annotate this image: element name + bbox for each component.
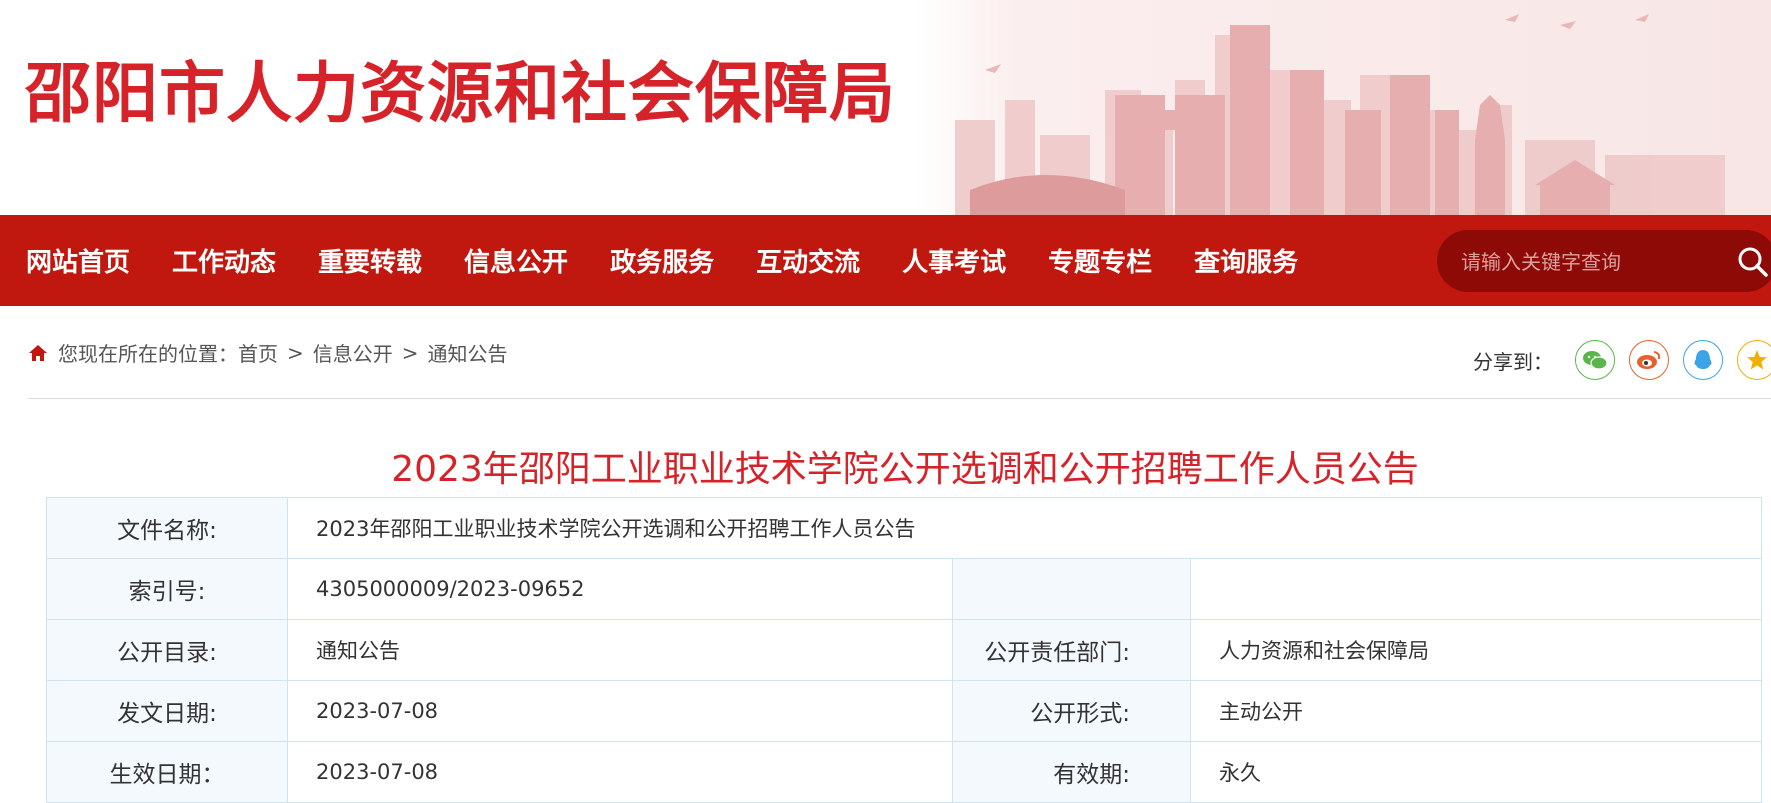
nav-items: 网站首页 工作动态 重要转载 信息公开 政务服务 互动交流 人事考试 专题专栏 …: [0, 215, 1314, 306]
breadcrumb: 您现在所在的位置： 首页 > 信息公开 > 通知公告: [28, 338, 508, 367]
validity-label: 有效期:: [952, 741, 1191, 803]
catalog-label: 公开目录:: [46, 619, 288, 681]
search-icon[interactable]: [1735, 244, 1771, 280]
nav-item-query[interactable]: 查询服务: [1194, 242, 1298, 279]
main-nav: 网站首页 工作动态 重要转载 信息公开 政务服务 互动交流 人事考试 专题专栏 …: [0, 215, 1771, 306]
table-row: 索引号: 4305000009/2023-09652: [46, 558, 1762, 620]
nav-item-topics[interactable]: 专题专栏: [1048, 242, 1152, 279]
document-info-table: 文件名称: 2023年邵阳工业职业技术学院公开选调和公开招聘工作人员公告 索引号…: [46, 497, 1762, 803]
form-label: 公开形式:: [952, 680, 1191, 742]
share-bar: 分享到：: [1473, 340, 1771, 380]
file-name-value: 2023年邵阳工业职业技术学院公开选调和公开招聘工作人员公告: [287, 497, 1762, 559]
table-row: 公开目录: 通知公告 公开责任部门: 人力资源和社会保障局: [46, 619, 1762, 681]
breadcrumb-notice-link[interactable]: 通知公告: [428, 338, 508, 367]
issue-date-label: 发文日期:: [46, 680, 288, 742]
catalog-value: 通知公告: [287, 619, 953, 681]
article-title: 2023年邵阳工业职业技术学院公开选调和公开招聘工作人员公告: [391, 449, 1419, 490]
dept-value: 人力资源和社会保障局: [1190, 619, 1762, 681]
table-row: 文件名称: 2023年邵阳工业职业技术学院公开选调和公开招聘工作人员公告: [46, 497, 1762, 559]
breadcrumb-divider: [28, 398, 1771, 399]
breadcrumb-home-link[interactable]: 首页: [238, 338, 278, 367]
validity-value: 永久: [1190, 741, 1762, 803]
nav-item-interaction[interactable]: 互动交流: [756, 242, 860, 279]
nav-item-exams[interactable]: 人事考试: [902, 242, 1006, 279]
breadcrumb-info-link[interactable]: 信息公开: [313, 338, 393, 367]
issue-date-value: 2023-07-08: [287, 680, 953, 742]
site-banner: 邵阳市人力资源和社会保障局: [0, 0, 1771, 215]
effective-date-label: 生效日期：: [46, 741, 288, 803]
qq-icon: [1694, 350, 1712, 369]
index-label: 索引号:: [46, 558, 288, 620]
dept-label: 公开责任部门:: [952, 619, 1191, 681]
breadcrumb-prefix: 您现在所在的位置：: [58, 342, 238, 366]
qzone-icon: [1747, 350, 1767, 370]
index-value: 4305000009/2023-09652: [287, 558, 953, 620]
skyline-graphic: [955, 14, 1725, 215]
search-input[interactable]: [1459, 240, 1723, 284]
qq-share-button[interactable]: [1683, 340, 1723, 380]
form-value: 主动公开: [1190, 680, 1762, 742]
search-box: [1437, 230, 1771, 292]
weibo-share-button[interactable]: [1629, 340, 1669, 380]
nav-item-home[interactable]: 网站首页: [26, 242, 130, 279]
file-name-label: 文件名称:: [46, 497, 288, 559]
nav-item-reprints[interactable]: 重要转载: [318, 242, 422, 279]
empty-value-cell: [1190, 558, 1762, 620]
qzone-share-button[interactable]: [1737, 340, 1771, 380]
breadcrumb-separator: >: [287, 340, 304, 365]
empty-label-cell: [952, 558, 1191, 620]
breadcrumb-separator: >: [401, 340, 419, 365]
wechat-icon: [1583, 351, 1608, 370]
nav-item-gov-services[interactable]: 政务服务: [610, 242, 714, 279]
site-title: 邵阳市人力资源和社会保障局: [25, 55, 896, 132]
table-row: 生效日期： 2023-07-08 有效期: 永久: [46, 741, 1762, 803]
nav-item-work-news[interactable]: 工作动态: [172, 242, 276, 279]
effective-date-value: 2023-07-08: [287, 741, 953, 803]
table-row: 发文日期: 2023-07-08 公开形式: 主动公开: [46, 680, 1762, 742]
city-skyline-illustration: [915, 0, 1771, 215]
nav-item-info-disclosure[interactable]: 信息公开: [464, 242, 568, 279]
share-label: 分享到：: [1473, 349, 1553, 374]
wechat-share-button[interactable]: [1575, 340, 1615, 380]
home-icon: [29, 344, 47, 361]
weibo-icon: [1637, 351, 1661, 369]
